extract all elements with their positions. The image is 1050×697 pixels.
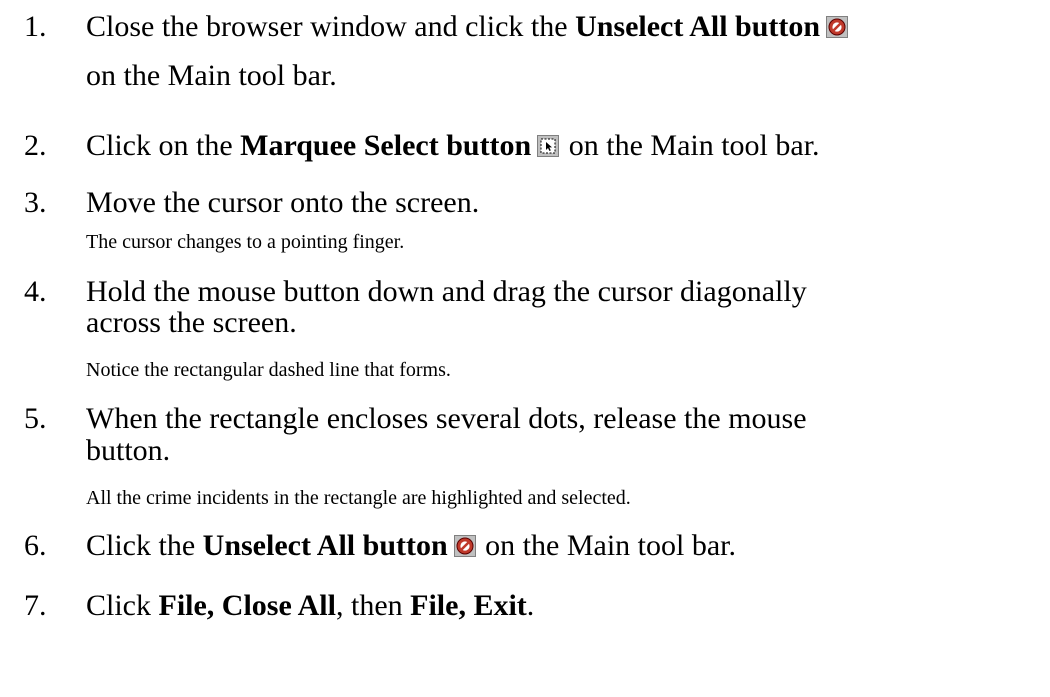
marquee-select-icon	[537, 135, 560, 157]
step-text-continued: across the screen.	[86, 306, 297, 339]
step-text: Move the cursor onto the screen.	[86, 186, 480, 219]
step-number: 1.	[24, 10, 47, 43]
ui-term: Unselect All button	[575, 10, 821, 43]
text-segment: on the Main tool bar.	[561, 129, 820, 162]
step-number: 7.	[24, 589, 47, 622]
step-note: Notice the rectangular dashed line that …	[86, 359, 451, 381]
text-segment: , then	[335, 589, 411, 622]
text-segment: .	[526, 589, 535, 622]
step-text-continued: on the Main tool bar.	[86, 59, 337, 92]
step-text: Close the browser window and click the U…	[86, 11, 1050, 43]
step-number: 4.	[24, 275, 47, 308]
step-text: Click on the Marquee Select button on th…	[86, 130, 1050, 162]
step-number: 5.	[24, 402, 47, 435]
step-text: When the rectangle encloses several dots…	[86, 402, 807, 435]
step-note: The cursor changes to a pointing finger.	[86, 231, 405, 253]
step-number: 3.	[24, 186, 47, 219]
step-text: Hold the mouse button down and drag the …	[86, 275, 807, 308]
text-segment: on the Main tool bar.	[477, 529, 736, 562]
unselect-all-icon	[826, 16, 849, 38]
ui-term: Unselect All button	[202, 529, 448, 562]
step-number: 6.	[24, 529, 47, 562]
text-segment: Click the	[86, 529, 203, 562]
text-segment: Click	[86, 589, 159, 622]
unselect-all-icon	[453, 535, 476, 557]
ui-term: Marquee Select button	[240, 129, 532, 162]
step-note: All the crime incidents in the rectangle…	[86, 487, 631, 509]
step-number: 2.	[24, 129, 47, 162]
ui-term: File, Close All	[158, 589, 336, 622]
step-text: Click the Unselect All button on the Mai…	[86, 530, 1050, 562]
ui-term: File, Exit	[410, 589, 527, 622]
text-segment: Close the browser window and click the	[86, 10, 576, 43]
step-text: Click File, Close All, then File, Exit.	[86, 590, 1050, 622]
step-text-continued: button.	[86, 434, 171, 467]
text-segment: Click on the	[86, 129, 241, 162]
